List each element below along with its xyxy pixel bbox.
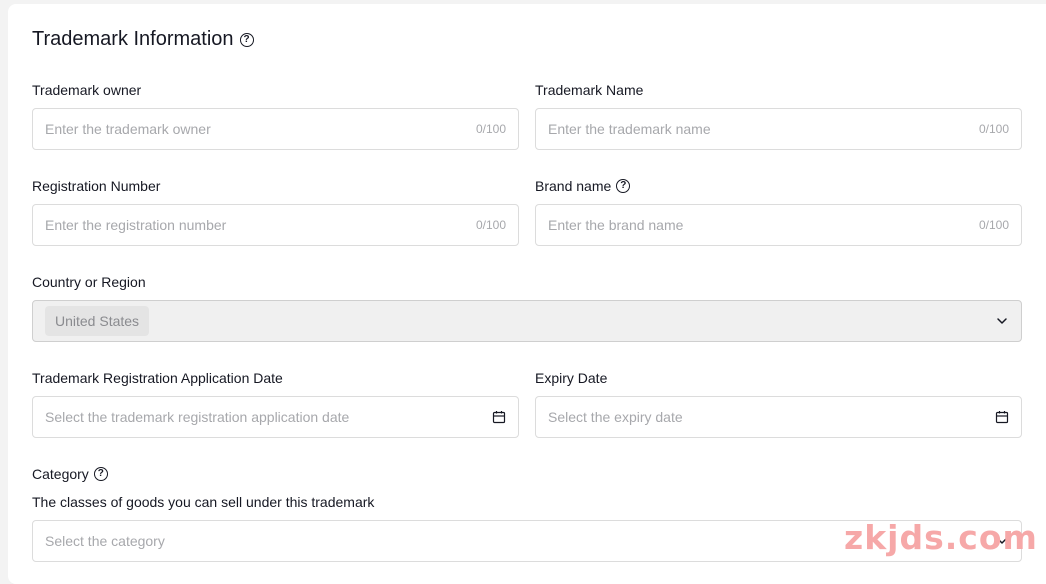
category-label-text: Category [32, 466, 89, 482]
trademark-owner-label: Trademark owner [32, 82, 141, 98]
brand-name-placeholder: Enter the brand name [548, 217, 684, 233]
question-circle-icon[interactable]: ? [93, 467, 108, 481]
trademark-name-input[interactable]: Enter the trademark name 0/100 [535, 108, 1022, 150]
application-date-picker[interactable]: Select the trademark registration applic… [32, 396, 519, 438]
brand-name-label: Brand name ? [535, 178, 631, 194]
chevron-down-icon[interactable] [995, 314, 1009, 328]
country-selected-chip: United States [45, 306, 150, 336]
trademark-owner-placeholder: Enter the trademark owner [45, 121, 211, 137]
category-label: Category ? [32, 466, 108, 482]
section-title: Trademark Information ? [32, 28, 254, 51]
section-title-text: Trademark Information [32, 28, 234, 50]
trademark-name-char-count: 0/100 [978, 122, 1009, 136]
category-description: The classes of goods you can sell under … [32, 494, 375, 510]
expiry-date-placeholder: Select the expiry date [548, 409, 683, 425]
brand-name-input[interactable]: Enter the brand name 0/100 [535, 204, 1022, 246]
trademark-name-label-text: Trademark Name [535, 82, 644, 98]
application-date-label-text: Trademark Registration Application Date [32, 370, 283, 386]
expiry-date-label-text: Expiry Date [535, 370, 608, 386]
application-date-placeholder: Select the trademark registration applic… [45, 409, 350, 425]
expiry-date-picker[interactable]: Select the expiry date [535, 396, 1022, 438]
trademark-owner-label-text: Trademark owner [32, 82, 142, 98]
calendar-icon[interactable] [995, 410, 1009, 424]
trademark-name-placeholder: Enter the trademark name [548, 121, 711, 137]
country-label-text: Country or Region [32, 274, 146, 290]
country-select[interactable]: United States [32, 300, 1022, 342]
registration-number-label: Registration Number [32, 178, 160, 194]
registration-number-input[interactable]: Enter the registration number 0/100 [32, 204, 519, 246]
trademark-name-label: Trademark Name [535, 82, 643, 98]
watermark-text: zkjds.com [844, 518, 1038, 557]
country-label: Country or Region [32, 274, 146, 290]
brand-name-char-count: 0/100 [978, 218, 1009, 232]
registration-number-char-count: 0/100 [475, 218, 506, 232]
registration-number-placeholder: Enter the registration number [45, 217, 227, 233]
question-circle-icon[interactable]: ? [616, 179, 631, 193]
trademark-owner-char-count: 0/100 [475, 122, 506, 136]
application-date-label: Trademark Registration Application Date [32, 370, 283, 386]
expiry-date-label: Expiry Date [535, 370, 607, 386]
question-circle-icon[interactable]: ? [239, 32, 254, 47]
calendar-icon[interactable] [492, 410, 506, 424]
brand-name-label-text: Brand name [535, 178, 612, 194]
trademark-owner-input[interactable]: Enter the trademark owner 0/100 [32, 108, 519, 150]
registration-number-label-text: Registration Number [32, 178, 161, 194]
